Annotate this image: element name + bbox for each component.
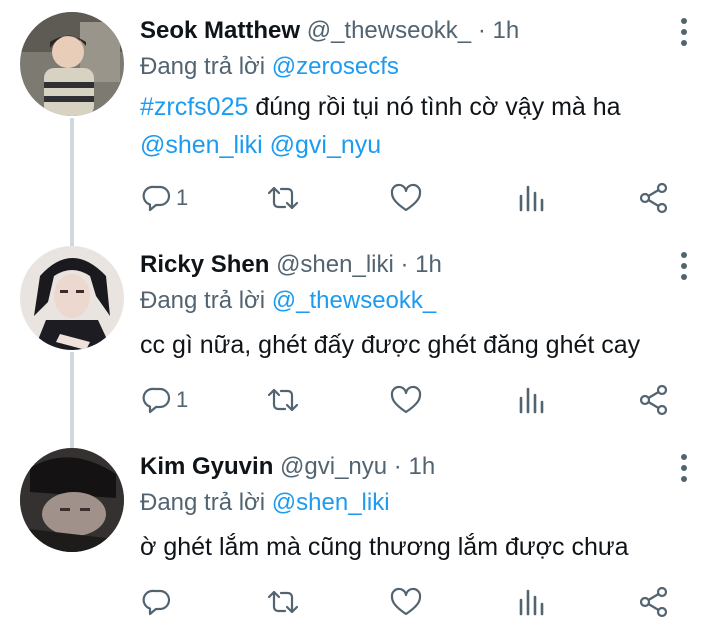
display-name[interactable]: Seok Matthew (140, 17, 300, 44)
views-icon (519, 387, 544, 414)
avatar[interactable] (20, 448, 124, 552)
tweet-text: ờ ghét lắm mà cũng thương lắm được chưa (140, 528, 700, 566)
reply-prefix: Đang trả lời (140, 53, 266, 80)
reply-count: 1 (176, 387, 189, 412)
tweet[interactable]: Kim Gyuvin @gvi_nyu · 1h Đang trả lời @s… (0, 436, 720, 636)
reply-icon (142, 387, 171, 414)
reply-prefix: Đang trả lời (140, 489, 266, 516)
tweet-text: #zrcfs025 đúng rồi tụi nó tình cờ vậy mà… (140, 88, 700, 164)
tweet[interactable]: Ricky Shen @shen_liki · 1h Đang trả lời … (0, 234, 720, 434)
replying-to: Đang trả lời @_thewseokk_ (140, 286, 436, 316)
mention-link[interactable]: @gvi_nyu (270, 131, 382, 159)
views-button[interactable] (516, 582, 546, 622)
separator: · (400, 251, 409, 278)
reply-prefix: Đang trả lời (140, 287, 266, 314)
more-icon[interactable] (678, 18, 690, 48)
more-icon[interactable] (678, 252, 690, 282)
share-icon (639, 586, 668, 618)
tweet-header: Kim Gyuvin @gvi_nyu · 1h (140, 452, 435, 482)
action-bar: 1 (140, 178, 700, 218)
reply-button[interactable] (142, 582, 176, 622)
timestamp[interactable]: 1h (415, 251, 442, 278)
avatar[interactable] (20, 246, 124, 350)
reply-icon (142, 185, 171, 212)
views-button[interactable] (516, 178, 546, 218)
retweet-button[interactable] (266, 380, 300, 420)
avatar[interactable] (20, 12, 124, 116)
reply-mention[interactable]: @_thewseokk_ (272, 287, 436, 314)
reply-button[interactable]: 1 (142, 178, 188, 218)
reply-icon (142, 589, 171, 616)
reply-count: 1 (176, 185, 189, 210)
tweet-header: Ricky Shen @shen_liki · 1h (140, 250, 442, 280)
views-button[interactable] (516, 380, 546, 420)
more-icon[interactable] (678, 454, 690, 484)
tweet-header: Seok Matthew @_thewseokk_ · 1h (140, 16, 519, 46)
tweet-text-content: cc gì nữa, ghét đấy được ghét đăng ghét … (140, 331, 641, 359)
share-icon (639, 384, 668, 416)
retweet-icon (267, 388, 299, 412)
tweet[interactable]: Seok Matthew @_thewseokk_ · 1h Đang trả … (0, 0, 720, 232)
like-button[interactable] (390, 380, 422, 420)
replying-to: Đang trả lời @shen_liki (140, 488, 390, 518)
separator: · (477, 17, 486, 44)
mention-link[interactable]: @shen_liki (140, 131, 263, 159)
user-handle[interactable]: @_thewseokk_ (307, 17, 471, 44)
retweet-icon (267, 186, 299, 210)
reply-mention[interactable]: @zerosecfs (272, 53, 399, 80)
share-icon (639, 182, 668, 214)
timestamp[interactable]: 1h (408, 453, 435, 480)
tweet-text-content: đúng rồi tụi nó tình cờ vậy mà ha (255, 93, 621, 121)
like-button[interactable] (390, 178, 422, 218)
tweet-text-content: ờ ghét lắm mà cũng thương lắm được chưa (140, 533, 629, 561)
like-button[interactable] (390, 582, 422, 622)
display-name[interactable]: Kim Gyuvin (140, 453, 273, 480)
separator: · (393, 453, 402, 480)
reply-mention[interactable]: @shen_liki (272, 489, 390, 516)
hashtag-link[interactable]: #zrcfs025 (140, 93, 248, 121)
retweet-button[interactable] (266, 582, 300, 622)
share-button[interactable] (638, 178, 670, 218)
user-handle[interactable]: @shen_liki (276, 251, 394, 278)
display-name[interactable]: Ricky Shen (140, 251, 269, 278)
retweet-icon (267, 590, 299, 614)
tweet-text: cc gì nữa, ghét đấy được ghét đăng ghét … (140, 326, 700, 364)
views-icon (519, 589, 544, 616)
like-icon (390, 587, 422, 616)
timestamp[interactable]: 1h (493, 17, 520, 44)
like-icon (390, 183, 422, 212)
like-icon (390, 385, 422, 414)
share-button[interactable] (638, 380, 670, 420)
share-button[interactable] (638, 582, 670, 622)
replying-to: Đang trả lời @zerosecfs (140, 52, 399, 82)
views-icon (519, 185, 544, 212)
user-handle[interactable]: @gvi_nyu (280, 453, 387, 480)
action-bar: 1 (140, 380, 700, 420)
retweet-button[interactable] (266, 178, 300, 218)
action-bar (140, 582, 700, 622)
reply-button[interactable]: 1 (142, 380, 188, 420)
